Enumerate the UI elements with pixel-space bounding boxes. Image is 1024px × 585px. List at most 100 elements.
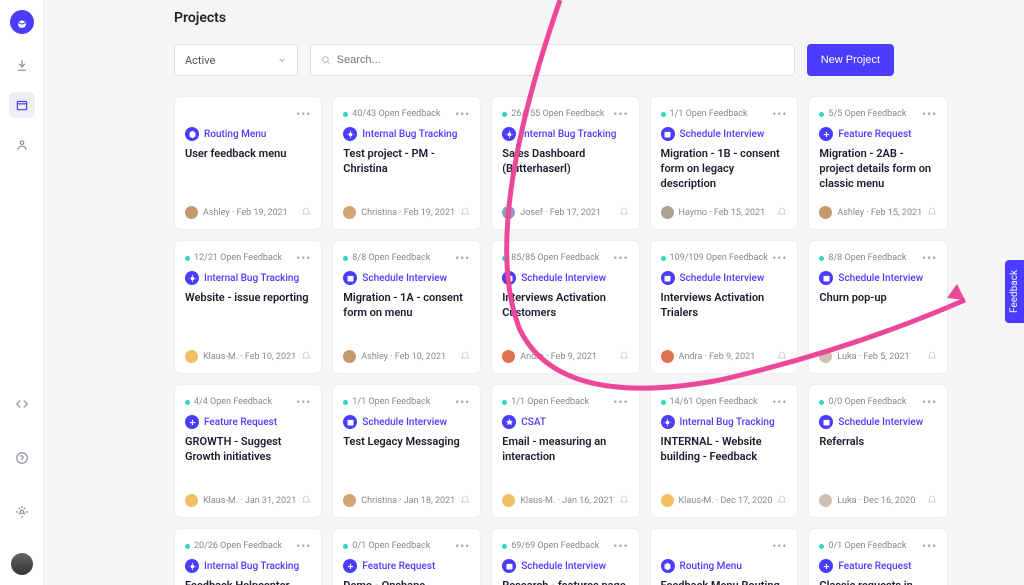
filter-label: Active [185,54,215,67]
code-icon[interactable] [9,391,35,417]
badge-icon [502,415,516,429]
settings-icon[interactable] [9,499,35,525]
badge-icon [661,127,675,141]
feedback-tab[interactable]: Feedback [1005,260,1024,323]
card-menu-icon[interactable]: ••• [922,251,937,265]
badge-icon [185,127,199,141]
project-card[interactable]: 69/69 Open Feedback ••• Schedule Intervi… [491,528,639,585]
bell-icon[interactable] [777,206,787,219]
card-menu-icon[interactable]: ••• [455,251,470,265]
card-menu-icon[interactable]: ••• [296,539,311,553]
project-card[interactable]: 1/1 Open Feedback ••• Schedule Interview… [332,384,481,518]
card-menu-icon[interactable]: ••• [613,539,628,553]
badge-icon [819,559,833,573]
bell-icon[interactable] [927,350,937,363]
badge-icon [661,559,675,573]
project-card[interactable]: 5/5 Open Feedback ••• Feature Request Mi… [808,96,948,230]
badge-icon [661,271,675,285]
card-menu-icon[interactable]: ••• [613,251,628,265]
chevron-down-icon [277,55,287,65]
owner-meta: Ashley · Feb 19, 2021 [203,208,288,218]
card-menu-icon[interactable]: ••• [296,107,311,121]
app-logo[interactable] [10,10,34,34]
card-menu-icon[interactable]: ••• [296,251,311,265]
filter-dropdown[interactable]: Active [174,44,298,76]
user-avatar[interactable] [11,553,33,575]
open-feedback-count: 69/69 Open Feedback [502,541,599,551]
bell-icon[interactable] [619,206,629,219]
people-icon[interactable] [9,132,35,158]
card-menu-icon[interactable]: ••• [613,107,628,121]
badge-label: Schedule Interview [521,561,606,572]
download-icon[interactable] [9,52,35,78]
bell-icon[interactable] [460,206,470,219]
project-card[interactable]: 14/61 Open Feedback ••• Internal Bug Tra… [650,384,799,518]
project-card[interactable]: 4/4 Open Feedback ••• Feature Request GR… [174,384,322,518]
card-menu-icon[interactable]: ••• [772,251,787,265]
badge-icon [343,559,357,573]
bell-icon[interactable] [460,494,470,507]
bell-icon[interactable] [777,350,787,363]
owner-meta: Ashley · Feb 10, 2021 [361,352,446,362]
card-menu-icon[interactable]: ••• [455,539,470,553]
badge-label: Schedule Interview [680,273,765,284]
card-menu-icon[interactable]: ••• [772,107,787,121]
search-box[interactable] [310,44,795,76]
projects-icon[interactable] [9,92,35,118]
card-menu-icon[interactable]: ••• [613,395,628,409]
badge-label: Internal Bug Tracking [362,129,457,140]
projects-grid: ••• Routing Menu User feedback menu Ashl… [174,96,894,585]
card-menu-icon[interactable]: ••• [922,107,937,121]
project-card[interactable]: 109/109 Open Feedback ••• Schedule Inter… [650,240,799,374]
owner-meta: Klaus-M. · Feb 10, 2021 [203,352,296,362]
project-card[interactable]: 40/43 Open Feedback ••• Internal Bug Tra… [332,96,481,230]
project-card[interactable]: 0/1 Open Feedback ••• Feature Request Cl… [808,528,948,585]
project-title: Sales Dashboard (Butterhaserl) [502,147,628,177]
badge-label: Schedule Interview [362,273,447,284]
new-project-button[interactable]: New Project [807,44,894,76]
card-menu-icon[interactable]: ••• [455,395,470,409]
bell-icon[interactable] [460,350,470,363]
card-menu-icon[interactable]: ••• [772,395,787,409]
bell-icon[interactable] [301,350,311,363]
bell-icon[interactable] [777,494,787,507]
bell-icon[interactable] [619,350,629,363]
project-card[interactable]: ••• Routing Menu User feedback menu Ashl… [174,96,322,230]
project-card[interactable]: 1/1 Open Feedback ••• CSAT Email - measu… [491,384,639,518]
owner-avatar [343,350,356,363]
owner-avatar [502,206,515,219]
project-card[interactable]: 0/0 Open Feedback ••• Schedule Interview… [808,384,948,518]
project-card[interactable]: 26/155 Open Feedback ••• Internal Bug Tr… [491,96,639,230]
open-feedback-count [185,109,187,119]
badge-icon [661,415,675,429]
open-feedback-count: 4/4 Open Feedback [185,397,272,407]
card-menu-icon[interactable]: ••• [922,395,937,409]
bell-icon[interactable] [301,206,311,219]
bell-icon[interactable] [927,494,937,507]
owner-avatar [819,350,832,363]
card-menu-icon[interactable]: ••• [772,539,787,553]
card-menu-icon[interactable]: ••• [296,395,311,409]
project-card[interactable]: 1/1 Open Feedback ••• Schedule Interview… [650,96,799,230]
project-title: Test Legacy Messaging [343,435,470,450]
badge-label: Internal Bug Tracking [680,417,775,428]
project-card[interactable]: 12/21 Open Feedback ••• Internal Bug Tra… [174,240,322,374]
bell-icon[interactable] [619,494,629,507]
owner-meta: Haymo · Feb 15, 2021 [679,208,766,218]
owner-meta: Andra · Feb 9, 2021 [520,352,597,362]
bell-icon[interactable] [927,206,937,219]
project-card[interactable]: ••• Routing Menu Feedback Menu Routing [650,528,799,585]
page-title: Projects [174,10,894,26]
project-card[interactable]: 8/8 Open Feedback ••• Schedule Interview… [808,240,948,374]
project-card[interactable]: 0/1 Open Feedback ••• Feature Request De… [332,528,481,585]
project-card[interactable]: 8/8 Open Feedback ••• Schedule Interview… [332,240,481,374]
open-feedback-count: 20/26 Open Feedback [185,541,282,551]
search-input[interactable] [337,54,784,66]
help-icon[interactable] [9,445,35,471]
bell-icon[interactable] [301,494,311,507]
card-menu-icon[interactable]: ••• [922,539,937,553]
card-menu-icon[interactable]: ••• [455,107,470,121]
project-card[interactable]: 20/26 Open Feedback ••• Internal Bug Tra… [174,528,322,585]
badge-label: Schedule Interview [680,129,765,140]
project-card[interactable]: 85/85 Open Feedback ••• Schedule Intervi… [491,240,639,374]
